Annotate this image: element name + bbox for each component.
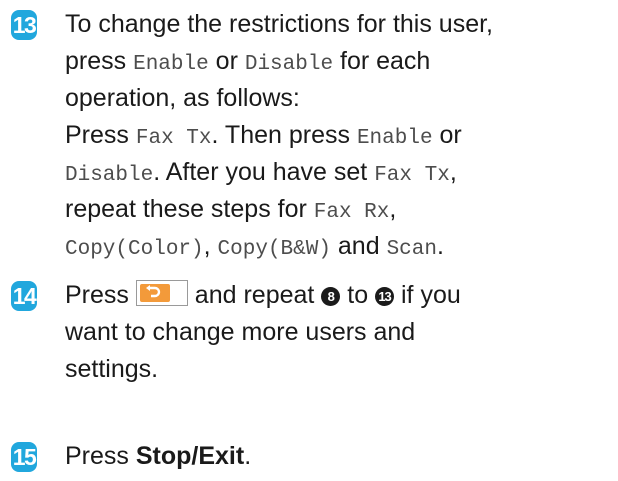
step-text-line: To change the restrictions for this user… (65, 10, 493, 38)
step-number-badge: 13 (11, 10, 37, 40)
ui-term: Scan (386, 238, 437, 261)
step-text-line: Press Stop/Exit. (65, 442, 252, 470)
manual-page: { "steps": [ { "number": "13", "line1": … (0, 0, 618, 481)
ui-term: Fax Rx (313, 201, 390, 224)
ui-term: Fax Tx (374, 164, 450, 187)
ui-term: Enable (356, 127, 433, 150)
step-reference: 13 (375, 287, 395, 306)
back-arrow-icon (145, 285, 161, 298)
ui-term: Disable (65, 164, 154, 187)
step-reference: 8 (321, 287, 341, 306)
ui-term: Copy(B&W) (217, 238, 331, 261)
step-text-line: Press Fax Tx. Then press Enable or (65, 121, 462, 150)
stop-exit-key: Stop/Exit (135, 442, 245, 470)
ui-term: Fax Tx (135, 127, 212, 150)
step-text-line: Copy(Color), Copy(B&W) and Scan. (65, 232, 444, 261)
ui-term: Enable (133, 53, 209, 76)
step-text-line: operation, as follows: (65, 84, 300, 112)
step-number-badge: 14 (11, 281, 37, 311)
step-text-line: press Enable or Disable for each (65, 47, 431, 76)
ui-term: Copy(Color) (65, 238, 204, 261)
step-text-line: want to change more users and (65, 318, 416, 346)
step-text-line: settings. (65, 355, 159, 383)
ui-term: Disable (244, 53, 334, 76)
step-text-line: repeat these steps for Fax Rx, (65, 195, 397, 224)
step-text-line: Disable. After you have set Fax Tx, (65, 158, 457, 187)
back-button-image (135, 280, 188, 306)
step-number-badge: 15 (11, 442, 37, 472)
step-text-line: Press and repeat 8 to 13 if you (65, 280, 461, 309)
